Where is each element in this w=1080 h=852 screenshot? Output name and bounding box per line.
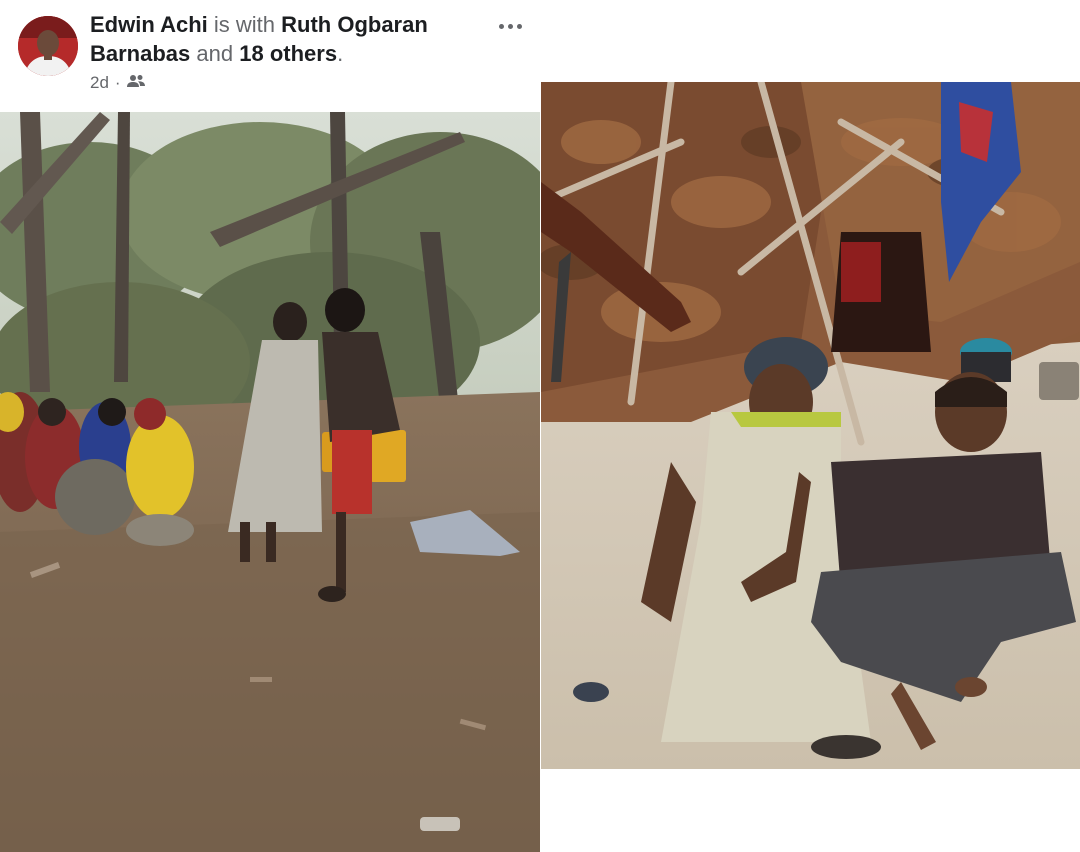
avatar[interactable]: [18, 16, 78, 76]
post-photo-1[interactable]: [0, 112, 540, 852]
others-link[interactable]: 18 others: [239, 41, 337, 66]
friends-icon[interactable]: [126, 73, 145, 93]
author-name-link[interactable]: Edwin Achi: [90, 12, 208, 37]
period-text: .: [337, 41, 344, 66]
and-text: and: [196, 41, 234, 66]
avatar-image: [18, 16, 78, 76]
timestamp-link[interactable]: 2d: [90, 73, 109, 93]
forest-group-image: [0, 112, 540, 852]
post-header: Edwin Achi is with Ruth Ogbaran Barnabas…: [0, 0, 540, 112]
post-photo-2[interactable]: [541, 82, 1080, 769]
hut-women-image: [541, 82, 1080, 769]
post-author-line: Edwin Achi is with Ruth Ogbaran Barnabas…: [90, 10, 490, 68]
with-text: is with: [213, 12, 275, 37]
more-options-icon[interactable]: [492, 16, 528, 36]
meta-separator: ·: [114, 73, 121, 92]
post-meta: 2d ·: [90, 72, 145, 94]
